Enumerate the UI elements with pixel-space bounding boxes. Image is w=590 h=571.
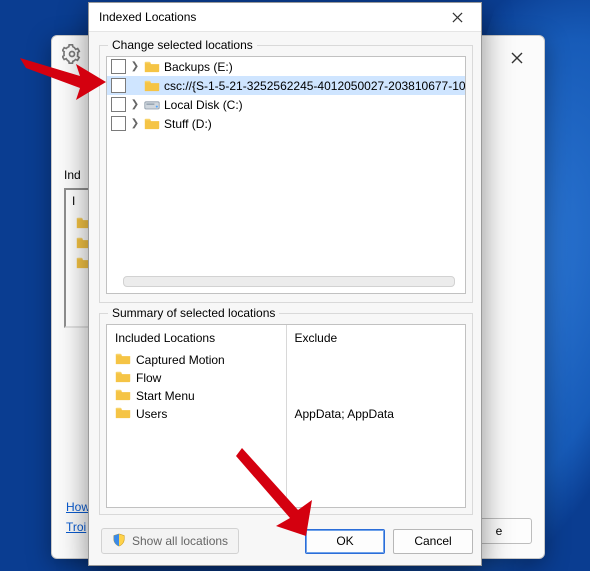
expand-toggle[interactable]: ❯ (130, 118, 140, 129)
tree-row[interactable]: ❯ Local Disk (C:) (107, 95, 465, 114)
included-item-label: Flow (136, 371, 161, 385)
checkbox[interactable] (111, 97, 126, 112)
group-legend: Change selected locations (108, 38, 257, 52)
exclude-item: AppData; AppData (295, 405, 458, 423)
expand-toggle[interactable]: ❯ (130, 61, 140, 72)
help-link[interactable]: How (66, 500, 90, 514)
ok-button[interactable]: OK (305, 529, 385, 554)
dialog-button-row: Show all locations OK Cancel (89, 527, 481, 555)
drive-icon (144, 98, 160, 112)
close-button[interactable] (498, 44, 536, 72)
included-item-label: Users (136, 407, 167, 421)
folder-icon (144, 79, 160, 93)
titlebar: Indexed Locations (89, 3, 481, 32)
included-item[interactable]: Captured Motion (115, 351, 278, 369)
checkbox[interactable] (111, 59, 126, 74)
folder-icon (115, 406, 131, 422)
change-locations-group: Change selected locations ❯Backups (E:)c… (99, 45, 473, 303)
checkbox[interactable] (111, 78, 126, 93)
show-all-locations-button[interactable]: Show all locations (101, 528, 239, 554)
tree-row[interactable]: csc://{S-1-5-21-3252562245-4012050027-20… (107, 76, 465, 95)
folder-icon (115, 352, 131, 368)
exclude-header: Exclude (295, 331, 458, 345)
tree-item-label: Stuff (D:) (164, 117, 212, 131)
summary-group: Summary of selected locations Included L… (99, 313, 473, 515)
expand-toggle[interactable]: ❯ (130, 99, 140, 110)
included-item-label: Captured Motion (136, 353, 225, 367)
checkbox[interactable] (111, 116, 126, 131)
tree-item-label: Local Disk (C:) (164, 98, 243, 112)
included-item[interactable]: Flow (115, 369, 278, 387)
locations-tree[interactable]: ❯ Backups (E:) csc://{S-1-5-21-3252562245-… (106, 56, 466, 294)
cancel-button[interactable]: Cancel (393, 529, 473, 554)
gear-icon (62, 44, 82, 64)
included-item[interactable]: Start Menu (115, 387, 278, 405)
shield-icon (112, 533, 126, 550)
folder-icon (115, 388, 131, 404)
group-legend: Summary of selected locations (108, 306, 279, 320)
exclude-pane: Exclude AppData; AppData (286, 325, 466, 507)
included-item-label: Start Menu (136, 389, 195, 403)
tree-item-label: Backups (E:) (164, 60, 233, 74)
tree-item-label: csc://{S-1-5-21-3252562245-4012050027-20… (164, 79, 466, 93)
tree-row[interactable]: ❯ Stuff (D:) (107, 114, 465, 133)
folder-icon (144, 60, 160, 74)
section-label: Ind (64, 168, 81, 182)
show-all-label: Show all locations (132, 534, 228, 548)
indexed-locations-dialog: Indexed Locations Change selected locati… (88, 2, 482, 566)
back-list-header: I (72, 194, 75, 208)
dialog-title: Indexed Locations (99, 10, 196, 24)
summary-panes: Included Locations Captured Motion Flow St… (106, 324, 466, 508)
tree-row[interactable]: ❯ Backups (E:) (107, 57, 465, 76)
exclude-item (295, 369, 458, 387)
included-header: Included Locations (115, 331, 278, 345)
folder-icon (115, 370, 131, 386)
horizontal-scrollbar[interactable] (123, 276, 455, 287)
exclude-item (295, 387, 458, 405)
close-button[interactable] (439, 6, 475, 28)
troubleshoot-link[interactable]: Troi (66, 520, 86, 534)
included-pane: Included Locations Captured Motion Flow St… (107, 325, 286, 507)
included-item[interactable]: Users (115, 405, 278, 423)
folder-icon (144, 117, 160, 131)
exclude-item (295, 351, 458, 369)
